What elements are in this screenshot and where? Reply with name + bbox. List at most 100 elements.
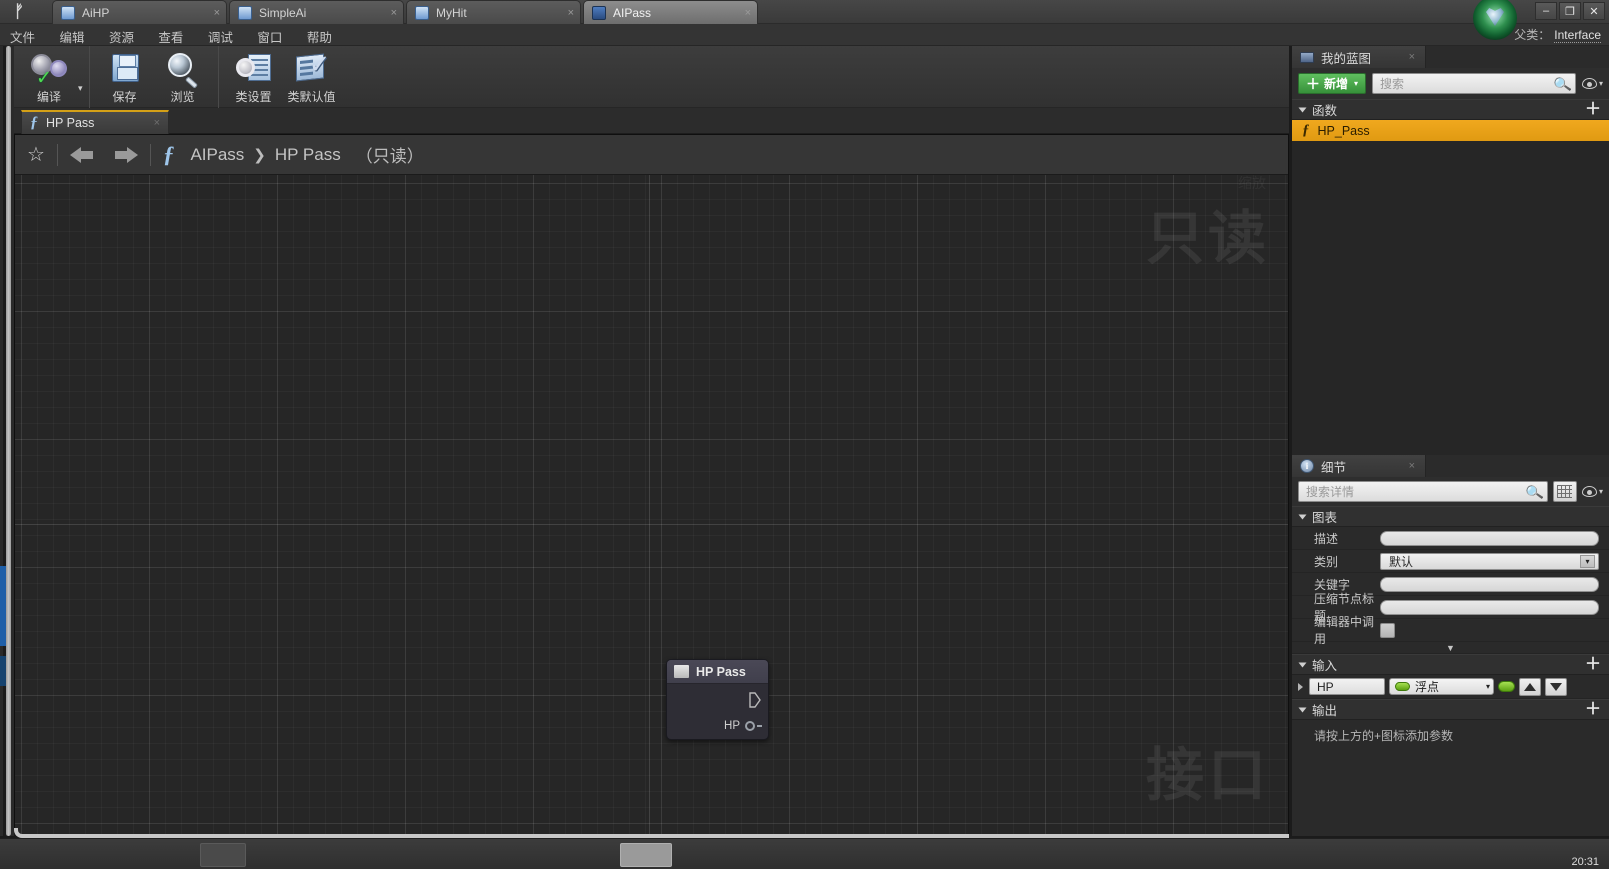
- chevron-down-icon: ▾: [1580, 554, 1595, 568]
- class-defaults-icon: ✓: [294, 51, 331, 86]
- section-header-outputs-label: 输出: [1312, 704, 1338, 718]
- section-header-functions-label: 函数: [1312, 104, 1338, 118]
- asset-tab-label: AiHP: [82, 5, 110, 20]
- close-icon[interactable]: ×: [154, 117, 160, 129]
- compile-button-label: 编译: [36, 90, 61, 104]
- forward-arrow-icon[interactable]: [112, 146, 138, 163]
- parent-class-link[interactable]: Interface: [1554, 28, 1601, 43]
- parent-class-label: 父类：: [1514, 28, 1551, 42]
- input-type-select[interactable]: 浮点 ▾: [1389, 678, 1494, 695]
- compile-button[interactable]: ✓ 编译: [20, 46, 78, 105]
- tab-details[interactable]: i 细节 ×: [1292, 455, 1426, 477]
- breadcrumb-item-aipass[interactable]: AIPass: [190, 145, 244, 165]
- blueprint-node-hp-pass[interactable]: HP Pass HP: [666, 659, 769, 740]
- blueprint-actor-icon: [61, 5, 75, 20]
- right-panel-column: 我的蓝图 × ＋ 新增 ▾ 搜索 🔍 ▾ 函数 ＋ ƒ HP_Pass i 细节…: [1292, 46, 1609, 836]
- add-new-button[interactable]: ＋ 新增 ▾: [1298, 73, 1367, 94]
- close-icon[interactable]: ×: [214, 7, 220, 19]
- interface-watermark: 接口: [1145, 741, 1270, 809]
- property-label: 描述: [1314, 531, 1339, 546]
- close-icon[interactable]: ×: [1409, 460, 1415, 472]
- close-icon[interactable]: ×: [1409, 51, 1415, 63]
- compile-icon: ✓: [31, 52, 67, 88]
- class-defaults-button[interactable]: ✓ 类默认值: [283, 46, 341, 105]
- class-settings-button[interactable]: 类设置: [225, 46, 283, 105]
- data-output-pin-icon[interactable]: [745, 721, 755, 731]
- add-output-button[interactable]: ＋: [1585, 701, 1601, 717]
- save-button-label: 保存: [112, 90, 137, 104]
- back-arrow-icon[interactable]: [69, 146, 96, 163]
- class-settings-label: 类设置: [235, 90, 272, 104]
- function-icon: ƒ: [30, 114, 38, 131]
- bookmark-star-icon[interactable]: ☆: [27, 145, 45, 165]
- float-pin-icon: [1395, 682, 1410, 691]
- parent-class-indicator: 父类： Interface: [1514, 26, 1601, 43]
- add-input-button[interactable]: ＋: [1585, 656, 1601, 672]
- add-function-button[interactable]: ＋: [1585, 101, 1601, 117]
- data-output-pin-row[interactable]: HP: [724, 720, 762, 732]
- list-item-function-hp-pass[interactable]: ƒ HP_Pass: [1292, 120, 1609, 141]
- node-title-bar[interactable]: HP Pass: [667, 660, 768, 684]
- section-header-inputs-label: 输入: [1312, 659, 1338, 673]
- input-type-value: 浮点: [1415, 680, 1440, 694]
- book-icon: [1300, 51, 1314, 63]
- taskbar-clock: 20:31: [1571, 856, 1599, 868]
- grid-view-icon[interactable]: [1552, 481, 1577, 502]
- keywords-field[interactable]: [1380, 576, 1599, 592]
- expander-triangle-icon[interactable]: [1298, 682, 1303, 691]
- maximize-button[interactable]: ❐: [1559, 2, 1581, 20]
- exec-output-pin[interactable]: [749, 692, 761, 708]
- input-parameter-row-hp: HP 浮点 ▾: [1292, 675, 1609, 699]
- chevron-down-icon: ▾: [1485, 682, 1490, 691]
- compact-node-title-field[interactable]: [1380, 599, 1599, 615]
- close-button[interactable]: ✕: [1583, 2, 1605, 20]
- asset-tab-myhit[interactable]: MyHit ×: [406, 0, 581, 24]
- my-blueprint-search-input[interactable]: 搜索 🔍: [1372, 73, 1576, 94]
- section-header-outputs[interactable]: 输出 ＋: [1292, 699, 1609, 720]
- minimize-button[interactable]: –: [1535, 2, 1557, 20]
- tab-my-blueprint[interactable]: 我的蓝图 ×: [1292, 46, 1426, 68]
- document-tab-strip: ƒ HP Pass ×: [14, 108, 1289, 134]
- taskbar-item-active[interactable]: [620, 843, 672, 867]
- node-title-label: HP Pass: [696, 664, 746, 679]
- browse-button[interactable]: 浏览: [154, 46, 212, 105]
- breadcrumb: AIPass ❯ HP Pass （只读）: [190, 142, 423, 167]
- breadcrumb-item-hp-pass[interactable]: HP Pass: [275, 145, 341, 165]
- save-button[interactable]: 保存: [96, 46, 154, 105]
- details-visibility-button[interactable]: ▾: [1581, 486, 1603, 497]
- move-input-up-button[interactable]: [1519, 677, 1541, 696]
- divider: [56, 143, 58, 166]
- graph-canvas[interactable]: 缩放 只读 接口 HP Pass HP: [15, 175, 1288, 834]
- outputs-empty-hint: 请按上方的+图标添加参数: [1314, 729, 1454, 743]
- toolbar-group-compile: ✓ 编译 ▾: [14, 46, 90, 108]
- close-icon[interactable]: ×: [568, 7, 574, 19]
- asset-tab-simpleai[interactable]: SimpleAi ×: [229, 0, 404, 24]
- my-blueprint-visibility-button[interactable]: ▾: [1581, 78, 1603, 89]
- call-in-editor-checkbox[interactable]: [1380, 622, 1395, 638]
- readonly-indicator: （只读）: [355, 147, 424, 166]
- expander-triangle-icon: [1298, 662, 1307, 667]
- section-header-graph[interactable]: 图表: [1292, 506, 1609, 527]
- section-header-graph-label: 图表: [1312, 511, 1338, 525]
- asset-tab-aihp[interactable]: AiHP ×: [52, 0, 227, 24]
- section-header-functions[interactable]: 函数 ＋: [1292, 99, 1609, 120]
- close-icon[interactable]: ×: [391, 7, 397, 19]
- tab-my-blueprint-label: 我的蓝图: [1321, 51, 1372, 66]
- asset-tab-aipass[interactable]: AIPass ×: [583, 0, 758, 24]
- compile-dropdown-caret-icon[interactable]: ▾: [78, 83, 83, 94]
- pin-container-type-icon[interactable]: [1498, 681, 1515, 692]
- function-icon: ƒ: [1302, 122, 1310, 138]
- eye-icon: [1581, 78, 1597, 89]
- move-input-down-button[interactable]: [1545, 677, 1567, 696]
- category-select[interactable]: 默认 ▾: [1380, 552, 1599, 570]
- document-tab-hp-pass[interactable]: ƒ HP Pass ×: [21, 110, 169, 134]
- os-taskbar: 20:31: [0, 838, 1609, 869]
- description-field[interactable]: [1380, 530, 1599, 546]
- details-search-input[interactable]: 搜索详情 🔍: [1298, 481, 1548, 502]
- input-name-field[interactable]: HP: [1309, 678, 1385, 695]
- taskbar-item[interactable]: [200, 843, 246, 867]
- vertical-scrollbar[interactable]: [6, 46, 11, 836]
- my-blueprint-list-body[interactable]: [1292, 141, 1609, 416]
- section-header-inputs[interactable]: 输入 ＋: [1292, 654, 1609, 675]
- close-icon[interactable]: ×: [745, 7, 751, 19]
